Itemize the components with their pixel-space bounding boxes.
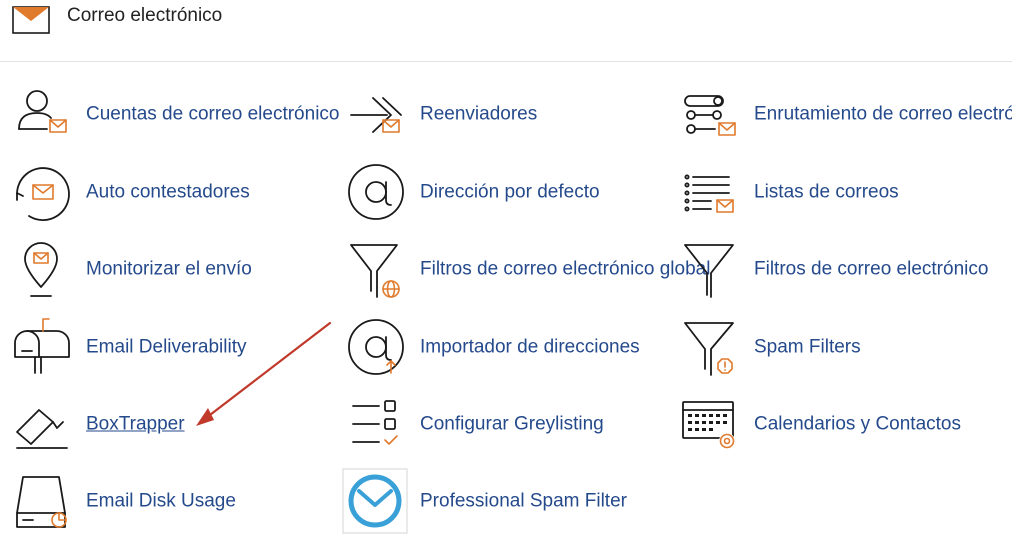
professional-spam-filter-icon xyxy=(342,468,408,534)
email-accounts-icon xyxy=(18,90,67,133)
global-email-filters-link[interactable]: Filtros de correo electrónico global xyxy=(347,233,710,305)
email-disk-usage-link[interactable]: Email Disk Usage xyxy=(13,465,333,537)
email-routing-link[interactable]: Enrutamiento de correo electrónico xyxy=(681,78,1012,150)
spam-filters-icon xyxy=(684,322,734,376)
address-importer-label: Importador de direcciones xyxy=(420,336,640,358)
global-email-filters-icon xyxy=(350,244,400,298)
email-deliverability-label: Email Deliverability xyxy=(86,336,247,358)
email-disk-usage-label: Email Disk Usage xyxy=(86,490,236,512)
professional-spam-filter-label: Professional Spam Filter xyxy=(420,490,627,512)
track-delivery-link[interactable]: Monitorizar el envío xyxy=(13,233,333,305)
spam-filters-link[interactable]: Spam Filters xyxy=(681,311,1001,383)
greylisting-label: Configurar Greylisting xyxy=(420,413,604,435)
mailing-lists-icon xyxy=(684,174,734,213)
boxtrapper-link[interactable]: BoxTrapper xyxy=(13,388,333,460)
global-email-filters-label: Filtros de correo electrónico global xyxy=(420,258,711,280)
greylisting-link[interactable]: Configurar Greylisting xyxy=(347,388,667,460)
mailing-lists-link[interactable]: Listas de correos xyxy=(681,156,1001,228)
calendars-contacts-label: Calendarios y Contactos xyxy=(754,413,961,435)
email-deliverability-link[interactable]: Email Deliverability xyxy=(13,311,333,383)
address-importer-icon xyxy=(348,319,404,375)
address-importer-link[interactable]: Importador de direcciones xyxy=(347,311,667,383)
email-filters-link[interactable]: Filtros de correo electrónico xyxy=(681,233,1001,305)
autoresponders-link[interactable]: Auto contestadores xyxy=(13,156,333,228)
email-routing-icon xyxy=(684,95,736,136)
email-disk-usage-icon xyxy=(16,476,67,528)
email-filters-label: Filtros de correo electrónico xyxy=(754,258,989,280)
envelope-icon xyxy=(12,6,50,34)
boxtrapper-icon xyxy=(16,409,68,449)
forwarders-link[interactable]: Reenviadores xyxy=(347,78,667,150)
greylisting-icon xyxy=(352,400,398,445)
professional-spam-filter-link[interactable]: Professional Spam Filter xyxy=(342,465,667,537)
autoresponders-label: Auto contestadores xyxy=(86,181,250,203)
spam-filters-label: Spam Filters xyxy=(754,336,861,358)
email-deliverability-icon xyxy=(14,318,70,374)
forwarders-label: Reenviadores xyxy=(420,103,538,125)
section-title: Correo electrónico xyxy=(67,5,223,26)
email-filters-icon xyxy=(684,244,734,298)
forwarders-icon xyxy=(350,97,402,133)
default-address-icon xyxy=(348,164,404,220)
calendars-contacts-icon xyxy=(682,401,735,449)
boxtrapper-label: BoxTrapper xyxy=(86,413,185,435)
default-address-link[interactable]: Dirección por defecto xyxy=(347,156,667,228)
track-delivery-icon xyxy=(24,242,58,297)
section-header: Correo electrónico xyxy=(0,0,1012,62)
track-delivery-label: Monitorizar el envío xyxy=(86,258,252,280)
mailing-lists-label: Listas de correos xyxy=(754,181,899,203)
email-accounts-link[interactable]: Cuentas de correo electrónico xyxy=(13,78,339,150)
email-routing-label: Enrutamiento de correo electrónico xyxy=(754,103,1012,125)
email-accounts-label: Cuentas de correo electrónico xyxy=(86,103,340,125)
autoresponders-icon xyxy=(16,167,70,221)
default-address-label: Dirección por defecto xyxy=(420,181,600,203)
calendars-contacts-link[interactable]: Calendarios y Contactos xyxy=(681,388,1001,460)
